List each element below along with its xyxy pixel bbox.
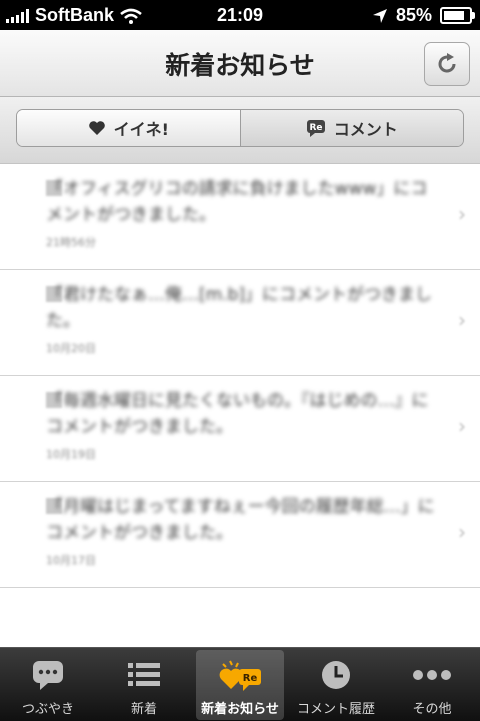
tab-label: その他 [412,702,452,717]
heart-like-icon [88,121,105,135]
tab-bar: つぶやき 新着 Re 新着お知らせ コメント履歴 その他 [0,647,480,721]
segment-like[interactable]: イイネ! [17,110,240,146]
chevron-right-icon: › [458,308,466,332]
clock-icon [322,661,350,689]
heart-re-icon: Re [219,660,261,691]
tab-label: コメント履歴 [296,702,375,717]
notification-list: 「オフィスグリコの請求に負けましたwww」にコメントがつきました。 21時56分… [0,164,480,588]
segment-comment-label: コメント [333,120,398,139]
battery-icon [440,7,475,24]
tab-label: つぶやき [21,702,74,717]
battery-percent: 85% [395,5,432,25]
refresh-button[interactable] [424,42,470,86]
chevron-right-icon: › [458,202,466,226]
chevron-right-icon: › [458,520,466,544]
refresh-icon [438,53,456,73]
notification-row[interactable]: 「君けたなぁ…俺…[m.b]」にコメントがつきました。 10月20日 › [0,270,480,376]
re-comment-icon: Re [306,120,325,137]
notification-date: 21時56分 [46,236,96,249]
tab-label: 新着 [130,702,157,717]
tab-comment-history[interactable]: コメント履歴 [288,650,384,720]
navigation-bar: 新着お知らせ [0,30,480,97]
tab-label: 新着お知らせ [201,702,279,717]
tab-new[interactable]: 新着 [96,650,192,720]
notification-text: 「オフィスグリコの請求に負けましたwww」にコメントがつきました。 [46,179,428,225]
svg-text:Re: Re [309,123,322,133]
page-title: 新着お知らせ [165,51,315,80]
notification-date: 10月17日 [46,554,96,567]
notification-row[interactable]: 「オフィスグリコの請求に負けましたwww」にコメントがつきました。 21時56分… [0,164,480,270]
tab-notifications[interactable]: Re 新着お知らせ [196,650,284,720]
list-icon [128,663,160,686]
notification-row[interactable]: 「毎週水曜日に見たくないもの。『はじめの…』にコメントがつきました。 10月19… [0,376,480,482]
chevron-right-icon: › [458,414,466,438]
more-dots-icon [413,670,451,680]
status-bar: SoftBank 21:09 85% [0,0,480,30]
tab-tsubuyaki[interactable]: つぶやき [0,650,96,720]
segment-comment[interactable]: Re コメント [239,110,463,146]
svg-text:Re: Re [243,673,258,684]
notification-row[interactable]: 「月曜はじまってますねぇー今回の履歴年総…」にコメントがつきました。 10月17… [0,482,480,588]
notification-date: 10月20日 [46,342,96,355]
segment-bar: イイネ! Re コメント [0,97,480,164]
notification-text: 「月曜はじまってますねぇー今回の履歴年総…」にコメントがつきました。 [46,497,435,543]
notification-text: 「君けたなぁ…俺…[m.b]」にコメントがつきました。 [46,285,433,331]
location-arrow-icon [372,8,387,23]
segmented-control: イイネ! Re コメント [16,109,464,147]
status-right: 85% [372,5,475,26]
segment-like-label: イイネ! [113,120,169,139]
notification-date: 10月19日 [46,448,96,461]
chat-bubble-icon [33,661,63,690]
notification-text: 「毎週水曜日に見たくないもの。『はじめの…』にコメントがつきました。 [46,391,429,437]
tab-other[interactable]: その他 [384,650,480,720]
